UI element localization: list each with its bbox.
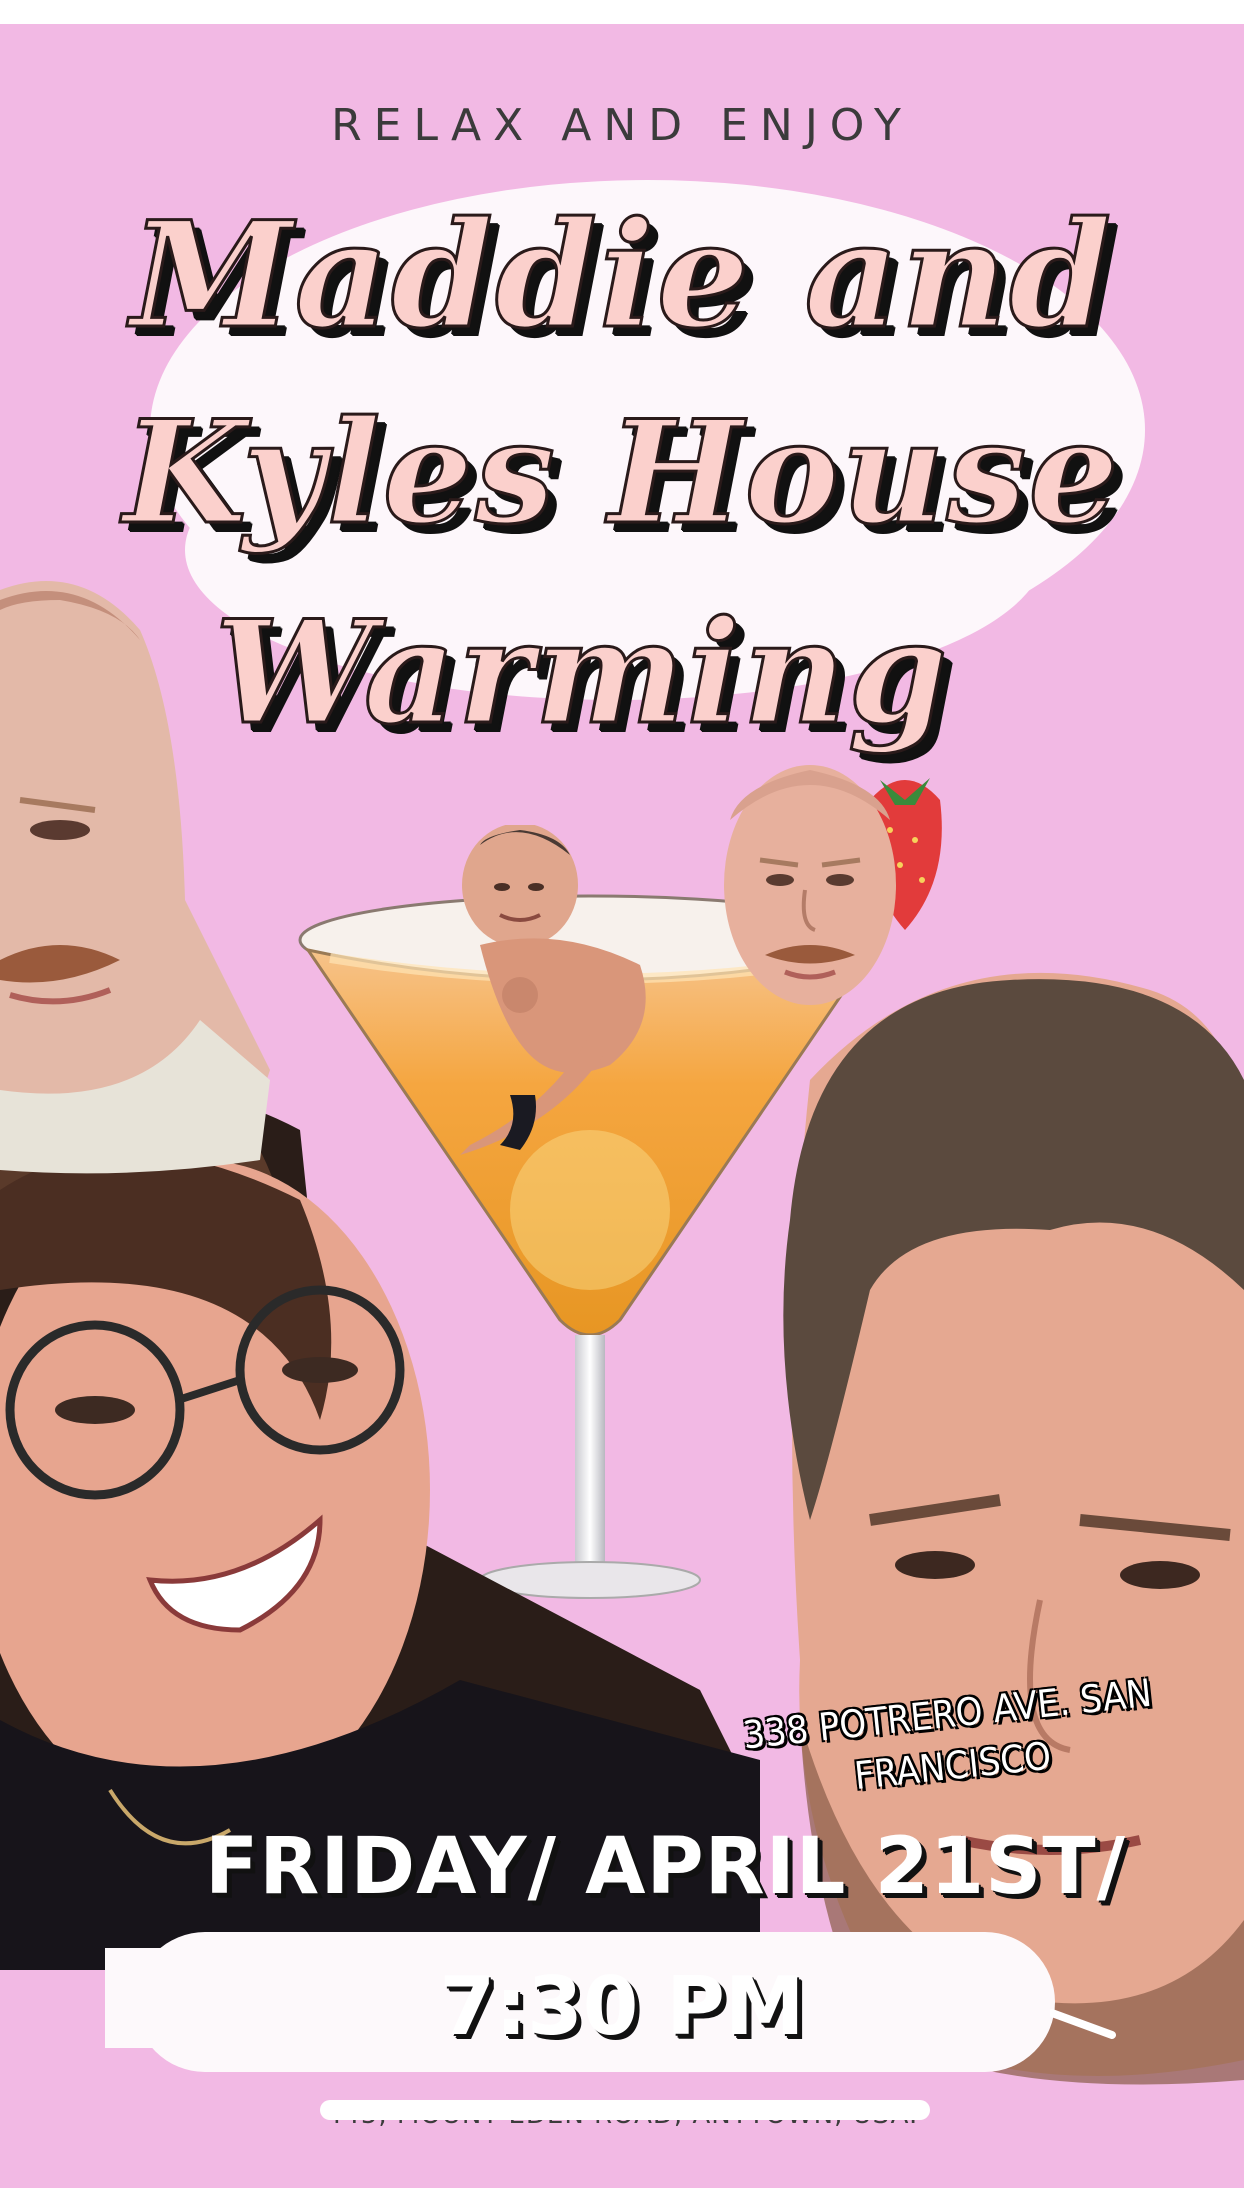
title-line-1: Maddie and <box>129 189 1114 363</box>
title-line-2: Kyles House <box>122 389 1121 558</box>
bottom-border <box>0 2188 1244 2208</box>
tagline: RELAX AND ENJOY <box>331 100 913 151</box>
title-line-3: Warming <box>213 589 950 758</box>
party-flyer: RELAX AND ENJOY Maddie and Kyles House W… <box>0 0 1244 2208</box>
event-date: FRIDAY/ APRIL 21ST/ <box>205 1822 1127 1912</box>
footer-scribble <box>320 2100 930 2120</box>
top-border <box>0 0 1244 24</box>
right-man-photo <box>783 972 1244 2085</box>
event-time: 7:30 PM <box>439 1960 805 2053</box>
